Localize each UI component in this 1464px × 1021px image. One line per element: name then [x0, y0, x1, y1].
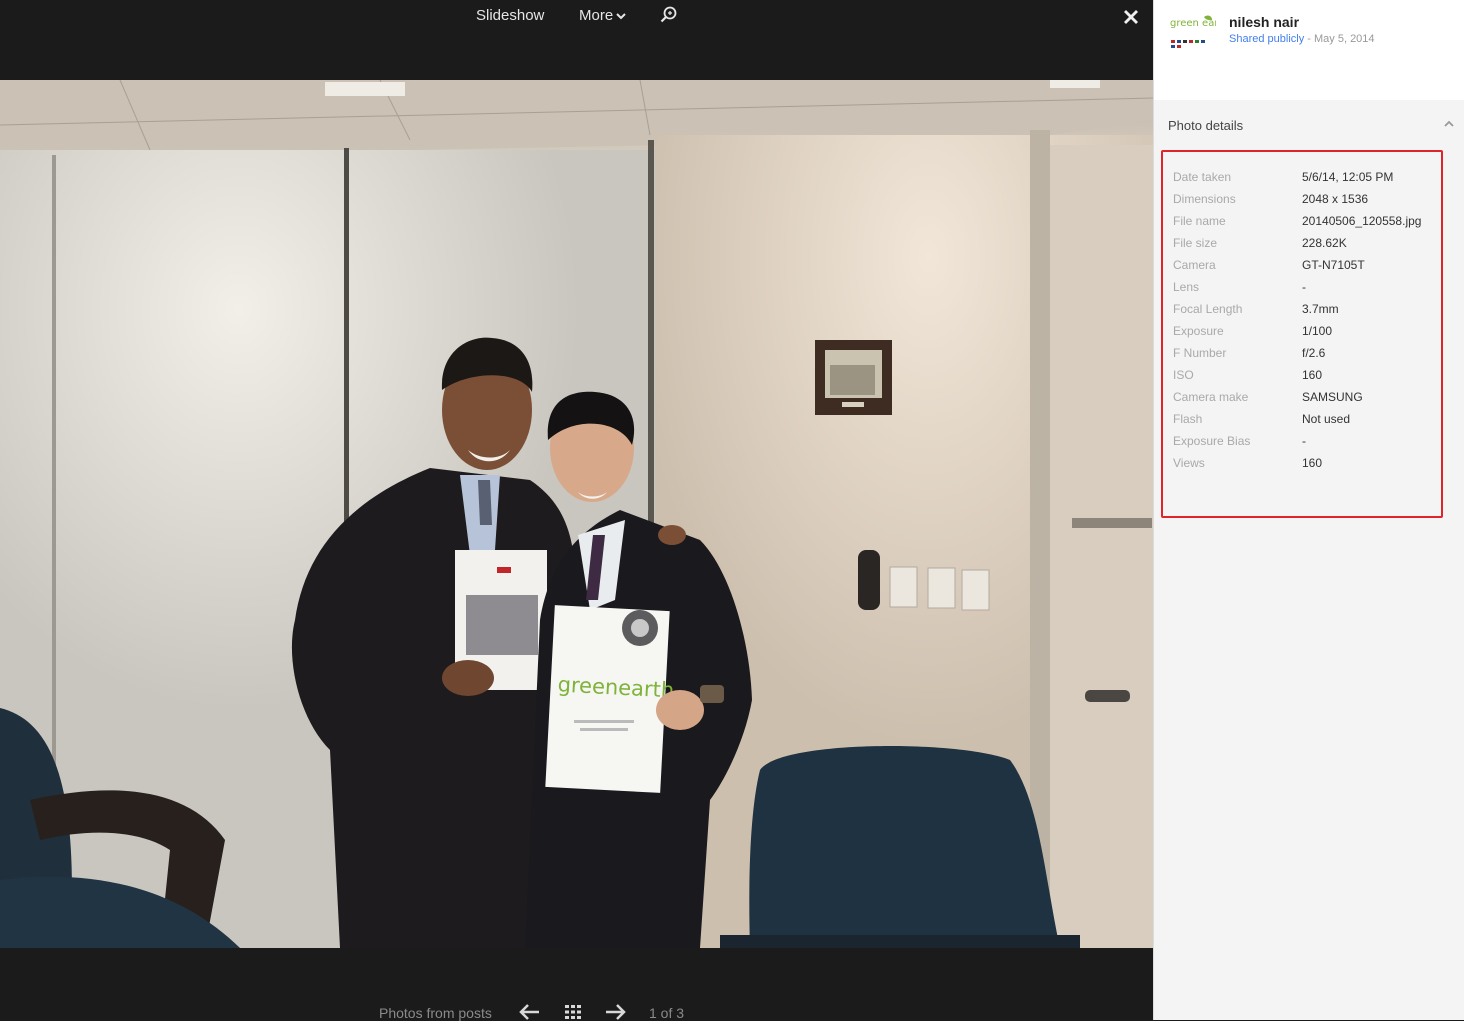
post-header: green earth nilesh nair Shared publicly …	[1154, 0, 1464, 100]
detail-row: Views 160	[1173, 456, 1443, 478]
slideshow-button[interactable]: Slideshow	[476, 7, 544, 25]
chevron-up-icon[interactable]	[1443, 119, 1455, 129]
detail-row: F Number f/2.6	[1173, 346, 1443, 368]
detail-row: Exposure Bias -	[1173, 434, 1443, 456]
detail-label: Lens	[1173, 280, 1200, 294]
more-label: More	[579, 7, 614, 24]
photo-viewer: Slideshow More greenearth Photos from po…	[0, 0, 1153, 1021]
main-photo[interactable]: greenearth	[0, 80, 1153, 948]
detail-row: Date taken 5/6/14, 12:05 PM	[1173, 170, 1443, 192]
detail-label: Camera	[1173, 258, 1216, 272]
detail-value: 3.7mm	[1302, 302, 1339, 316]
post-date: - May 5, 2014	[1307, 33, 1375, 45]
detail-label: Views	[1173, 456, 1205, 470]
detail-row: Focal Length 3.7mm	[1173, 302, 1443, 324]
more-menu-button[interactable]: More	[579, 7, 626, 25]
avatar[interactable]: green earth	[1168, 14, 1216, 50]
detail-value: -	[1302, 280, 1306, 294]
detail-label: Focal Length	[1173, 302, 1243, 316]
detail-label: Date taken	[1173, 170, 1232, 184]
photo-counter: 1 of 3	[649, 1005, 685, 1021]
photos-from-posts-label: Photos from posts	[379, 1005, 492, 1021]
detail-row: Flash Not used	[1173, 412, 1443, 434]
detail-label: Flash	[1173, 412, 1203, 426]
detail-label: File name	[1173, 214, 1226, 228]
detail-value: SAMSUNG	[1302, 390, 1363, 404]
detail-row: Exposure 1/100	[1173, 324, 1443, 346]
detail-value: 228.62K	[1302, 236, 1347, 250]
shared-publicly-link[interactable]: Shared publicly	[1229, 33, 1304, 45]
detail-row: Camera make SAMSUNG	[1173, 390, 1443, 412]
detail-label: F Number	[1173, 346, 1227, 360]
detail-row: Camera GT-N7105T	[1173, 258, 1443, 280]
detail-label: Camera make	[1173, 390, 1249, 404]
detail-value: -	[1302, 434, 1306, 448]
detail-row: File name 20140506_120558.jpg	[1173, 214, 1443, 236]
viewer-bottom-bar: Photos from posts 1 of 3	[0, 948, 1153, 1021]
detail-label: File size	[1173, 236, 1218, 250]
detail-row: ISO 160	[1173, 368, 1443, 390]
chevron-down-icon	[616, 13, 626, 20]
detail-value: GT-N7105T	[1302, 258, 1365, 272]
detail-label: Exposure	[1173, 324, 1224, 338]
arrow-right-icon[interactable]	[605, 1004, 627, 1020]
detail-value: 2048 x 1536	[1302, 192, 1369, 206]
detail-row: Lens -	[1173, 280, 1443, 302]
post-author-name[interactable]: nilesh nair	[1229, 14, 1299, 30]
share-info: Shared publicly - May 5, 2014	[1229, 33, 1375, 46]
detail-label: Dimensions	[1173, 192, 1236, 206]
viewer-toolbar: Slideshow More	[0, 0, 1153, 80]
detail-label: Exposure Bias	[1173, 434, 1251, 448]
detail-value: 5/6/14, 12:05 PM	[1302, 170, 1394, 184]
grid-icon[interactable]	[564, 1004, 582, 1020]
detail-value: 160	[1302, 456, 1323, 470]
detail-value: f/2.6	[1302, 346, 1326, 360]
photo-details-title: Photo details	[1168, 118, 1244, 133]
detail-row: Dimensions 2048 x 1536	[1173, 192, 1443, 214]
detail-value: 160	[1302, 368, 1323, 382]
detail-row: File size 228.62K	[1173, 236, 1443, 258]
photo-details-table: Date taken 5/6/14, 12:05 PM Dimensions 204…	[1161, 150, 1443, 518]
detail-value: 20140506_120558.jpg	[1302, 214, 1422, 228]
detail-label: ISO	[1173, 368, 1194, 382]
arrow-left-icon[interactable]	[518, 1004, 540, 1020]
detail-value: 1/100	[1302, 324, 1333, 338]
zoom-search-icon[interactable]	[660, 6, 678, 24]
close-icon[interactable]	[1120, 6, 1142, 28]
photo-illustration: greenearth	[0, 80, 1153, 948]
detail-value: Not used	[1302, 412, 1351, 426]
side-panel: green earth nilesh nair Shared publicly …	[1153, 0, 1464, 1020]
